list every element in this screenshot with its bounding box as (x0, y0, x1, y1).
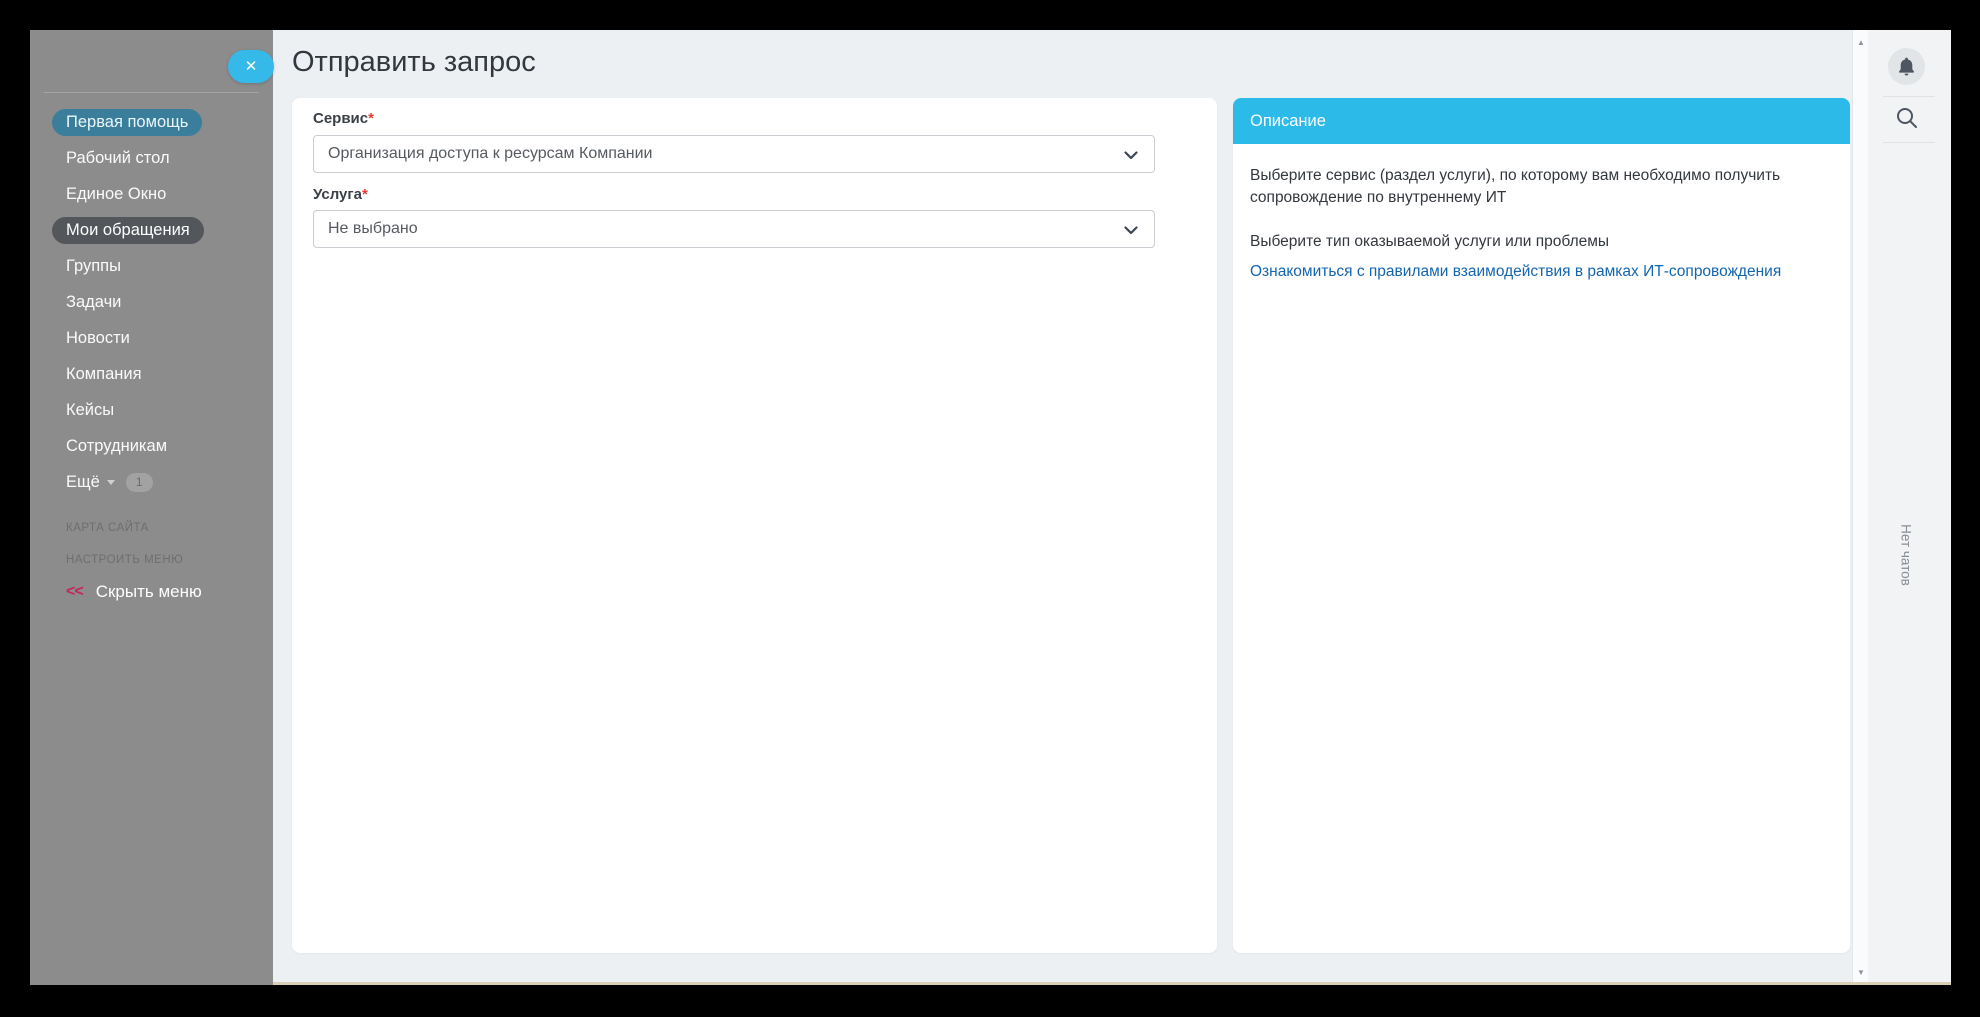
sidebar-item-keysy[interactable]: Кейсы (30, 392, 273, 428)
search-icon (1895, 106, 1919, 130)
description-title: Описание (1250, 112, 1326, 131)
toolbar-divider (1883, 96, 1935, 97)
sidebar-item-edinoe-okno[interactable]: Единое Окно (30, 176, 273, 212)
search-button[interactable] (1895, 106, 1919, 130)
close-icon: ✕ (245, 59, 258, 74)
sidebar-item-zadachi[interactable]: Задачи (30, 284, 273, 320)
active-badge: Первая помощь (52, 109, 202, 136)
horizontal-scrollbar-track[interactable] (273, 982, 1951, 985)
it-rules-link[interactable]: Ознакомиться с правилами взаимодействия … (1250, 263, 1781, 281)
description-header: Описание (1233, 98, 1850, 144)
service-type-select-value: Не выбрано (328, 220, 418, 238)
app-window: Первая помощь Рабочий стол Единое Окно М… (30, 30, 1951, 985)
service-type-label: Услуга* (313, 186, 1196, 203)
sidebar: Первая помощь Рабочий стол Единое Окно М… (30, 30, 273, 985)
right-toolbar: Нет чатов (1868, 30, 1951, 985)
sidebar-item-sotrudnikam[interactable]: Сотрудникам (30, 428, 273, 464)
hide-menu-button[interactable]: << Скрыть меню (66, 582, 202, 602)
notifications-button[interactable] (1888, 48, 1925, 85)
bell-icon (1897, 56, 1916, 77)
required-mark: * (362, 186, 368, 203)
scroll-up-icon[interactable]: ▲ (1853, 38, 1869, 47)
description-body: Выберите сервис (раздел услуги), по кото… (1233, 144, 1850, 281)
sidebar-item-novosti[interactable]: Новости (30, 320, 273, 356)
description-paragraph-1: Выберите сервис (раздел услуги), по кото… (1250, 165, 1790, 210)
chevron-down-icon (1124, 226, 1138, 235)
sidebar-item-kompaniya[interactable]: Компания (30, 356, 273, 392)
sidebar-item-rabochiy-stol[interactable]: Рабочий стол (30, 140, 273, 176)
sidebar-item-moi-obrashcheniya[interactable]: Мои обращения (30, 212, 273, 248)
sitemap-link[interactable]: КАРТА САЙТА (66, 522, 149, 534)
current-page-badge: Мои обращения (52, 217, 204, 244)
description-card: Описание Выберите сервис (раздел услуги)… (1233, 98, 1850, 953)
sidebar-menu: Первая помощь Рабочий стол Единое Окно М… (30, 104, 273, 500)
chevron-down-icon (1124, 151, 1138, 160)
scroll-down-icon[interactable]: ▼ (1853, 968, 1869, 977)
sidebar-divider (44, 92, 259, 93)
hide-menu-label: Скрыть меню (96, 582, 202, 602)
toolbar-divider (1883, 142, 1935, 143)
service-label: Сервис* (313, 110, 1196, 127)
configure-menu-link[interactable]: НАСТРОИТЬ МЕНЮ (66, 554, 183, 566)
service-select-value: Организация доступа к ресурсам Компании (328, 145, 653, 163)
required-mark: * (368, 110, 374, 127)
caret-down-icon (107, 480, 115, 485)
more-label: Ещё (66, 473, 100, 492)
vertical-scrollbar[interactable]: ▲ ▼ (1852, 30, 1868, 985)
page-title: Отправить запрос (292, 46, 536, 79)
service-type-select[interactable]: Не выбрано (313, 210, 1155, 248)
sidebar-item-more[interactable]: Ещё 1 (30, 464, 273, 500)
request-form-card: Сервис* Организация доступа к ресурсам К… (292, 98, 1217, 953)
service-select[interactable]: Организация доступа к ресурсам Компании (313, 135, 1155, 173)
no-chats-label: Нет чатов (1899, 524, 1914, 586)
description-paragraph-2: Выберите тип оказываемой услуги или проб… (1250, 231, 1790, 253)
sidebar-item-gruppy[interactable]: Группы (30, 248, 273, 284)
sidebar-item-pervaya-pomoshch[interactable]: Первая помощь (30, 104, 273, 140)
close-button[interactable]: ✕ (228, 50, 274, 83)
more-count-badge: 1 (126, 473, 153, 492)
collapse-arrows-icon: << (66, 583, 83, 601)
